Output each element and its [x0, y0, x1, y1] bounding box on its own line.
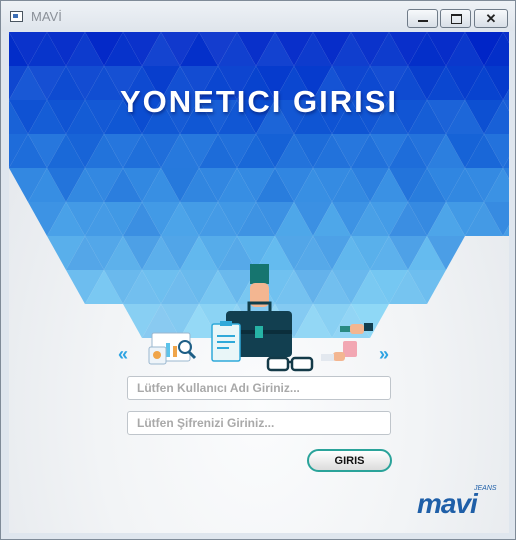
glasses-icon [266, 356, 314, 372]
business-illustration [148, 264, 373, 372]
money-exchange-icon [321, 323, 373, 361]
minimize-button[interactable] [407, 9, 438, 28]
username-input[interactable] [127, 376, 391, 400]
previous-arrow-icon[interactable]: « [118, 344, 128, 365]
close-icon: ✕ [485, 11, 497, 26]
analytics-chart-icon [148, 332, 197, 365]
app-icon [10, 11, 23, 22]
login-button[interactable]: GIRIS [307, 449, 392, 472]
password-input[interactable] [127, 411, 391, 435]
clipboard-icon [211, 321, 241, 362]
maximize-button[interactable] [440, 9, 471, 28]
app-window: MAVİ ✕ YONETICI GIRISI « » Lütfen Kullan… [0, 0, 516, 540]
title-bar[interactable]: MAVİ ✕ [1, 1, 515, 31]
next-arrow-icon[interactable]: » [379, 344, 389, 365]
close-button[interactable]: ✕ [474, 9, 508, 28]
logo-tag: JEANS [474, 485, 497, 492]
minimize-icon [418, 20, 428, 22]
logo-wordmark: mavi [417, 488, 478, 519]
sleeve-icon [250, 264, 269, 284]
maximize-icon [451, 14, 462, 24]
window-title: MAVİ [31, 9, 62, 24]
mavi-logo: mavi JEANS [417, 485, 497, 519]
login-panel: YONETICI GIRISI « » Lütfen Kullanıcı Adı… [9, 32, 509, 533]
